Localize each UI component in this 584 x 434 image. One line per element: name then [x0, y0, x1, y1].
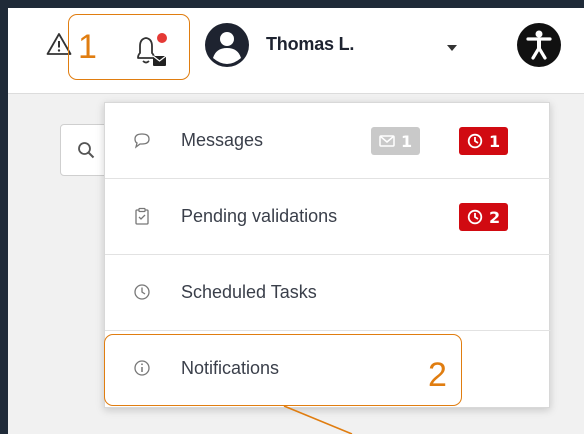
callout-number-1: 1: [78, 28, 97, 66]
overdue-validations-badge: 2: [459, 203, 509, 231]
menu-item-label: Messages: [181, 130, 264, 150]
user-avatar-icon[interactable]: [204, 22, 250, 68]
menu-item-pending-validations[interactable]: Pending validations 2: [105, 179, 551, 255]
chevron-down-icon[interactable]: [446, 44, 458, 52]
clock-icon: [134, 284, 150, 300]
menu-item-label: Pending validations: [181, 206, 338, 226]
menu-item-messages[interactable]: Messages 1 1: [105, 103, 551, 179]
search-icon: [78, 142, 95, 159]
menu-item-label: Scheduled Tasks: [181, 282, 317, 302]
mail-count-badge: 1: [371, 127, 421, 155]
callout-number-2: 2: [428, 356, 447, 394]
envelope-icon: [379, 135, 395, 147]
accessibility-icon[interactable]: [516, 22, 562, 68]
clock-icon: [467, 133, 483, 149]
overdue-messages-count: 1: [489, 131, 501, 151]
menu-item-scheduled-tasks[interactable]: Scheduled Tasks: [105, 255, 551, 331]
mail-count: 1: [401, 131, 413, 151]
chat-bubble-icon: [134, 133, 150, 149]
callout-box-2: [104, 334, 462, 406]
clipboard-check-icon: [135, 207, 149, 225]
user-name[interactable]: Thomas L.: [266, 34, 354, 55]
clock-icon: [467, 209, 483, 225]
overdue-validations-count: 2: [489, 207, 501, 227]
overdue-messages-badge: 1: [459, 127, 509, 155]
